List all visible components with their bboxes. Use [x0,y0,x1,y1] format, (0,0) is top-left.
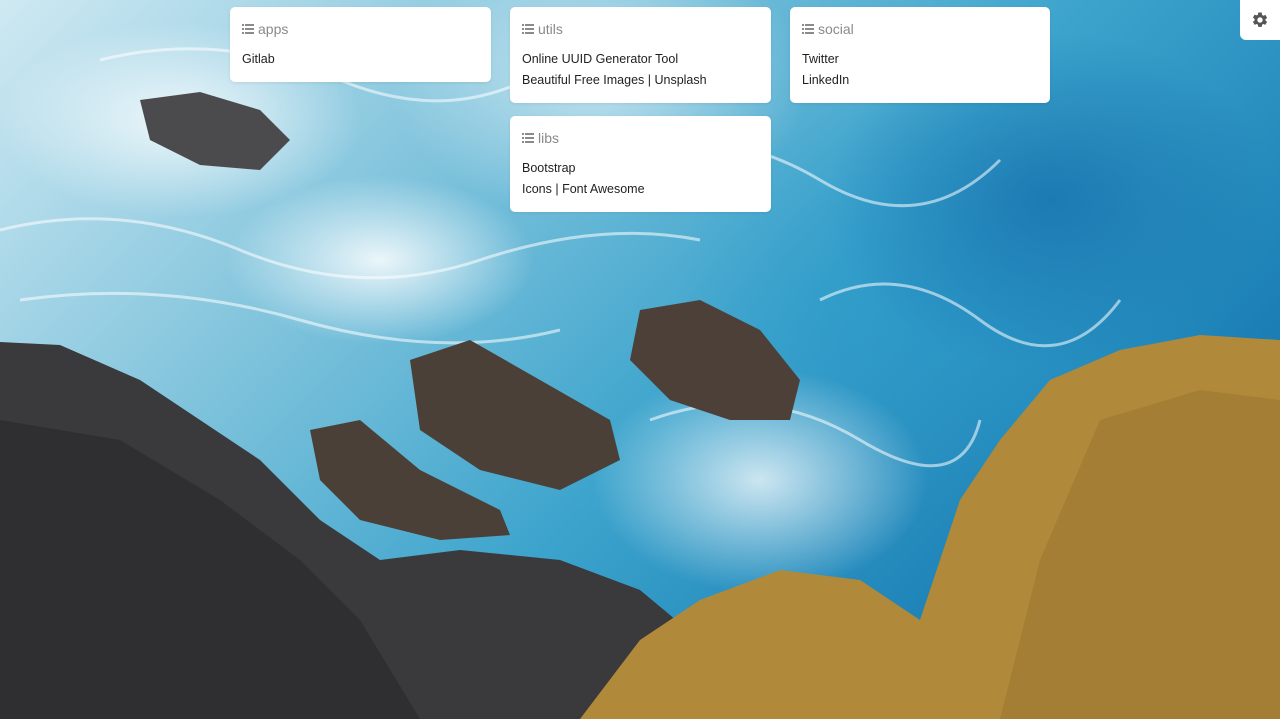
card-libs: libs Bootstrap Icons | Font Awesome [510,116,771,212]
gear-icon [1252,12,1268,27]
card-apps: apps Gitlab [230,7,491,82]
link-twitter[interactable]: Twitter [802,52,1038,66]
link-gitlab[interactable]: Gitlab [242,52,479,66]
card-libs-header: libs [522,130,759,146]
link-font-awesome[interactable]: Icons | Font Awesome [522,182,759,196]
link-linkedin[interactable]: LinkedIn [802,73,1038,87]
card-social-title: social [818,21,854,37]
link-bootstrap[interactable]: Bootstrap [522,161,759,175]
card-apps-title: apps [258,21,289,37]
list-icon [522,24,534,34]
card-libs-title: libs [538,130,560,146]
card-social: social Twitter LinkedIn [790,7,1050,103]
list-icon [522,133,534,143]
card-utils: utils Online UUID Generator Tool Beautif… [510,7,771,103]
card-utils-header: utils [522,21,759,37]
settings-button[interactable] [1240,0,1280,40]
link-unsplash[interactable]: Beautiful Free Images | Unsplash [522,73,759,87]
card-social-header: social [802,21,1038,37]
background-ocean-rocks [0,0,1280,719]
link-uuid-generator[interactable]: Online UUID Generator Tool [522,52,759,66]
list-icon [802,24,814,34]
card-utils-title: utils [538,21,563,37]
card-apps-header: apps [242,21,479,37]
list-icon [242,24,254,34]
